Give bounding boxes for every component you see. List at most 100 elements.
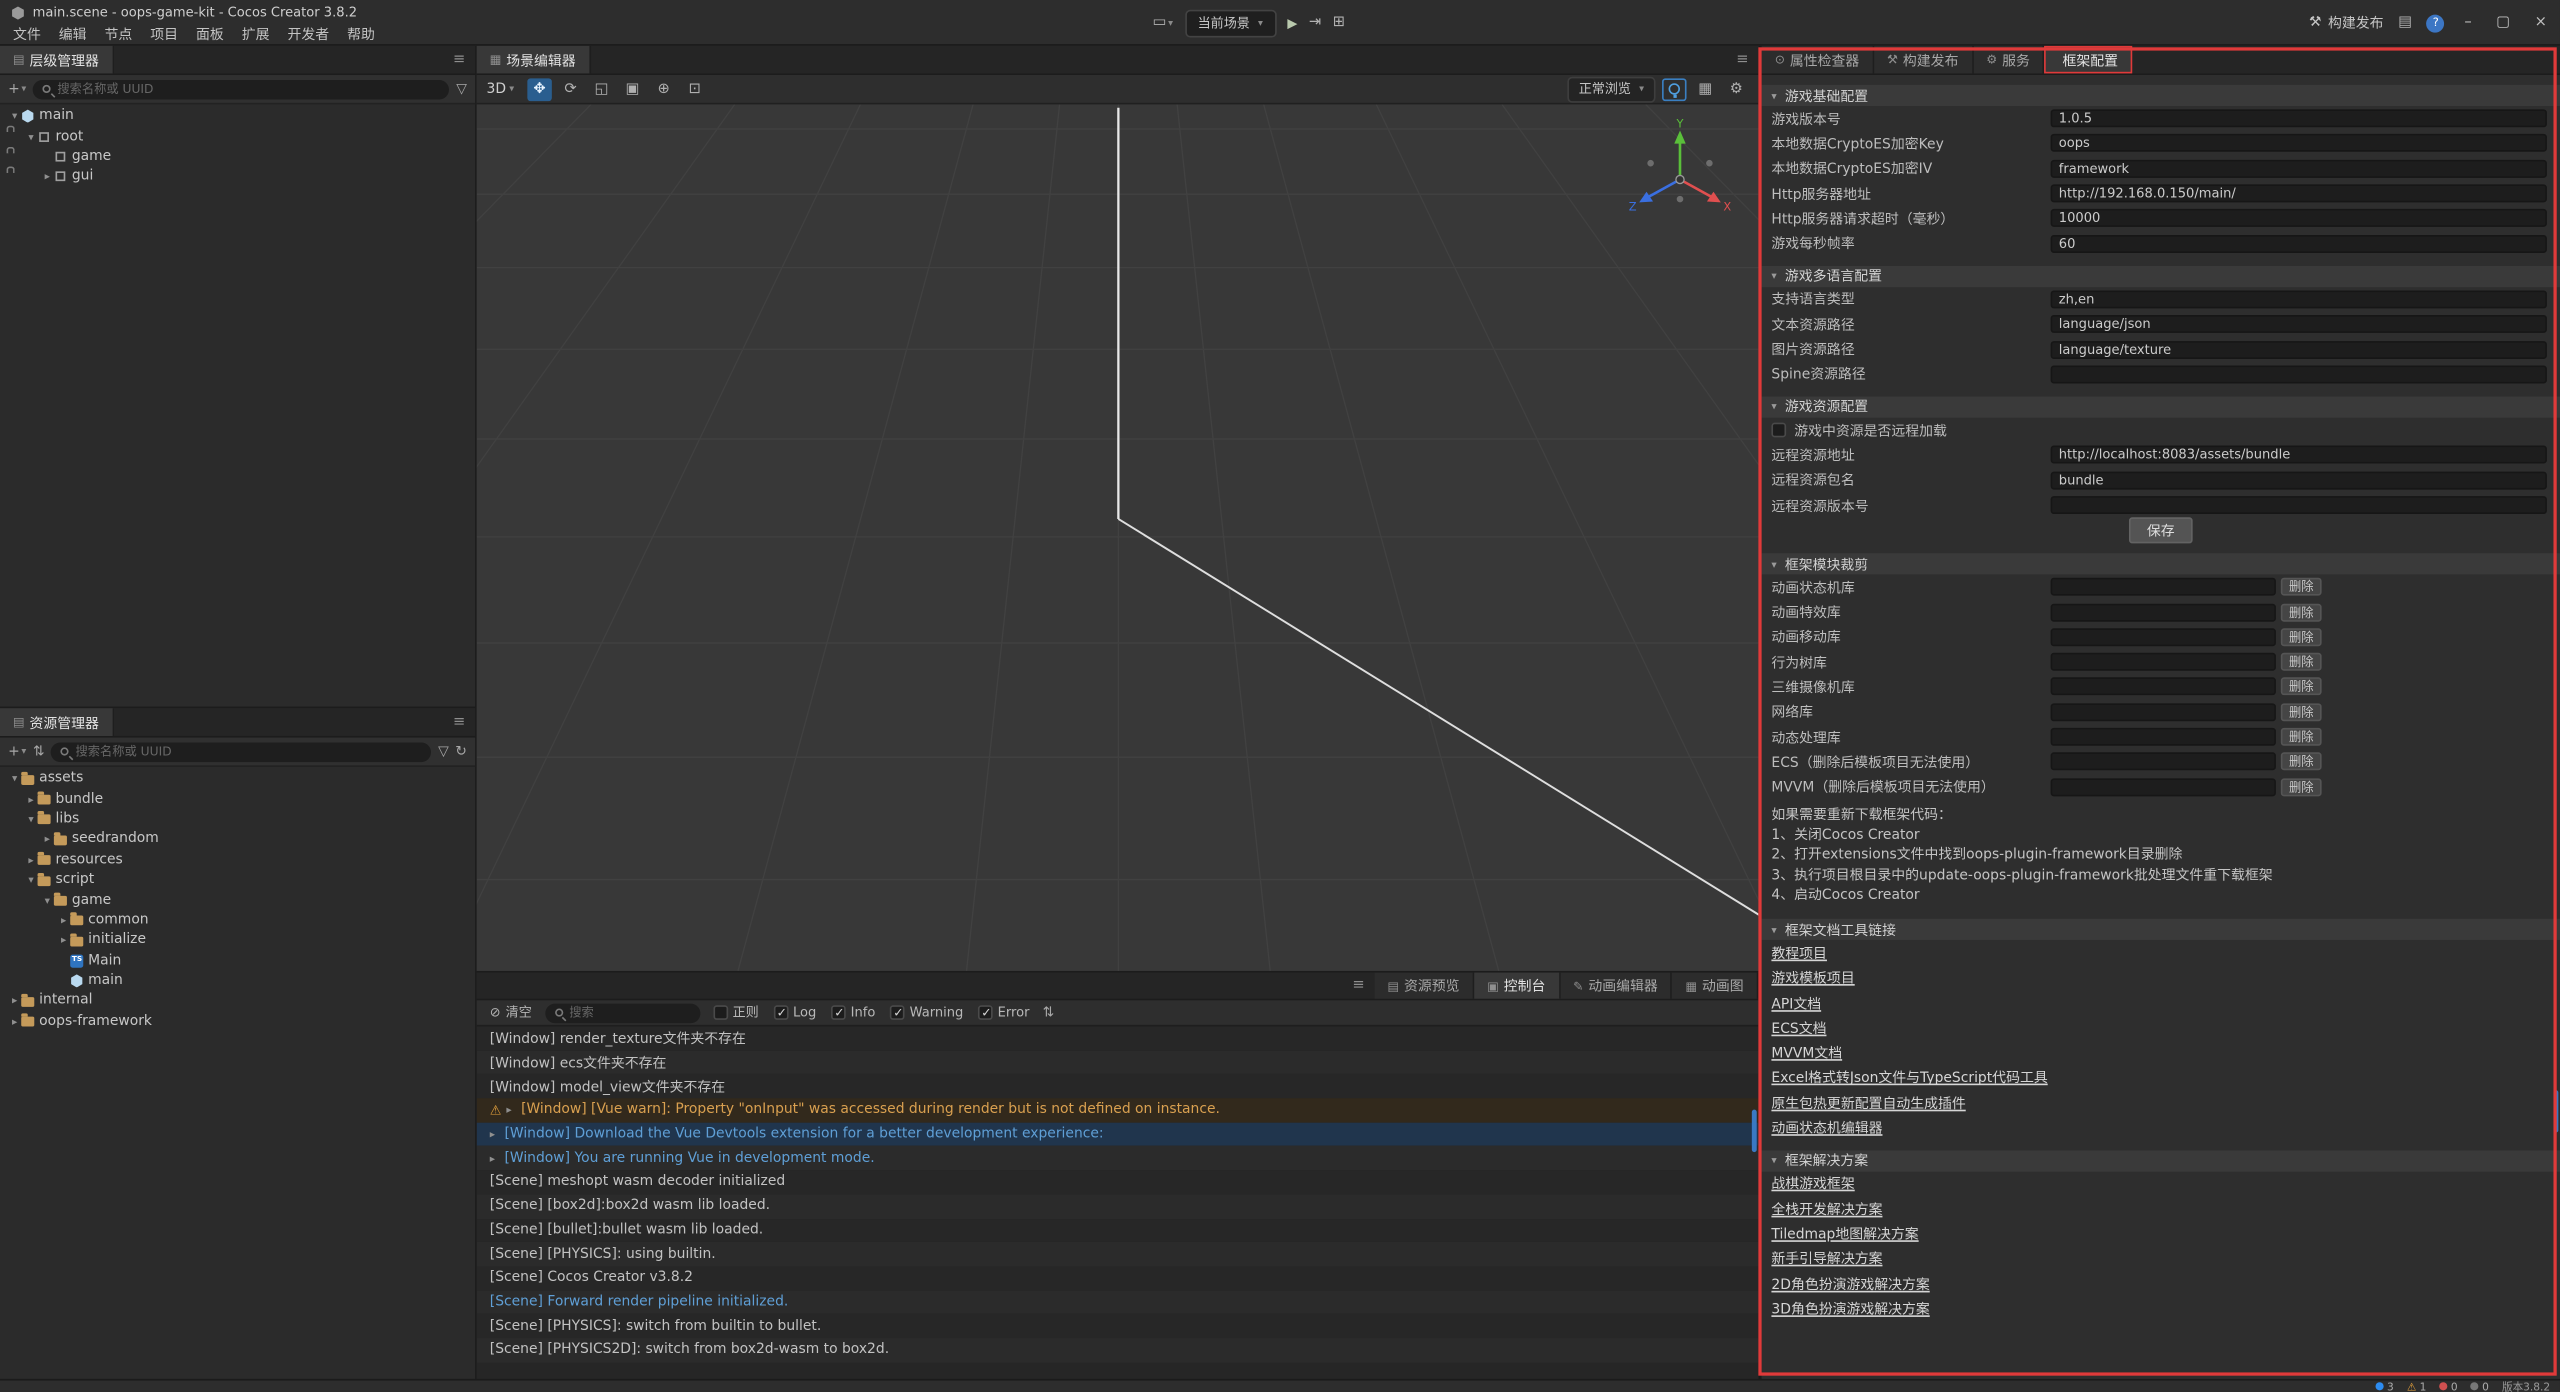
field-input[interactable] — [2051, 446, 2547, 464]
asset-node[interactable]: resources — [0, 850, 475, 870]
log-filter-checkbox[interactable]: Error — [978, 1005, 1029, 1020]
log-entry[interactable]: ⚠ ▸ [Window] ecs文件夹不存在 — [477, 1050, 1759, 1074]
panel-menu-icon[interactable]: ≡ — [1352, 978, 1364, 994]
console-tab[interactable]: ▤ 资源预览 — [1374, 973, 1474, 999]
delete-module-button[interactable]: 删除 — [2281, 753, 2322, 771]
tab-hierarchy[interactable]: ▤ 层级管理器 — [0, 46, 114, 74]
delete-module-button[interactable]: 删除 — [2281, 678, 2322, 696]
solution-link[interactable]: 战棋游戏框架 — [1771, 1174, 1854, 1194]
menu-item[interactable]: 编辑 — [51, 23, 95, 46]
log-entry[interactable]: ⚠ ▸ [Window] render_texture文件夹不存在 — [477, 1026, 1759, 1050]
asset-node[interactable]: initialize — [0, 930, 475, 950]
console-tab[interactable]: ▣ 控制台 — [1474, 973, 1560, 999]
refresh-icon[interactable]: ↻ — [455, 743, 467, 759]
delete-module-button[interactable]: 删除 — [2281, 778, 2322, 796]
grid-toggle-button[interactable]: ▦ — [1693, 78, 1717, 101]
hierarchy-node[interactable]: game — [0, 147, 475, 167]
panel-menu-icon[interactable]: ≡ — [453, 51, 465, 67]
solution-link[interactable]: 3D角色扮演游戏解决方案 — [1771, 1299, 1929, 1319]
lighting-toggle-button[interactable] — [1662, 78, 1686, 101]
asset-node[interactable]: bundle — [0, 789, 475, 809]
console-tab[interactable]: ✎ 动画编辑器 — [1560, 973, 1672, 999]
doc-link[interactable]: 动画状态机编辑器 — [1771, 1118, 1882, 1138]
asset-node[interactable]: seedrandom — [0, 829, 475, 849]
section-game-basic[interactable]: ▾ 游戏基础配置 — [1762, 85, 2560, 106]
field-input[interactable] — [2051, 110, 2547, 128]
doc-link[interactable]: 原生包热更新配置自动生成插件 — [1771, 1093, 1965, 1113]
log-filter-checkbox[interactable]: Warning — [890, 1005, 963, 1020]
help-button[interactable]: ? — [2427, 14, 2445, 32]
filter-icon[interactable]: ▽ — [438, 743, 449, 759]
section-docs[interactable]: ▾ 框架文档工具链接 — [1762, 919, 2560, 940]
asset-node[interactable]: Main — [0, 951, 475, 971]
log-entry[interactable]: ⚠ ▸ [Window] model_view文件夹不存在 — [477, 1074, 1759, 1098]
expand-arrow-icon[interactable] — [8, 995, 21, 1008]
asset-node[interactable]: main — [0, 971, 475, 991]
collapse-logs-icon[interactable]: ⇅ — [1042, 1004, 1054, 1020]
field-input[interactable] — [2051, 471, 2547, 489]
expand-arrow-icon[interactable] — [57, 934, 70, 947]
save-button[interactable]: 保存 — [2129, 518, 2193, 544]
field-input[interactable] — [2051, 234, 2547, 252]
expand-arrow-icon[interactable]: ▸ — [490, 1128, 505, 1141]
field-input[interactable] — [2051, 209, 2547, 227]
field-input[interactable] — [2051, 135, 2547, 153]
menu-item[interactable]: 开发者 — [279, 23, 337, 46]
build-publish-button[interactable]: ⚒ 构建发布 — [2309, 13, 2384, 33]
field-input[interactable] — [2051, 340, 2547, 358]
expand-arrow-icon[interactable] — [8, 1015, 21, 1028]
log-entry[interactable]: ⚠ ▸ [Window] You are running Vue in deve… — [477, 1146, 1759, 1170]
log-filter-checkbox[interactable]: 正则 — [713, 1004, 759, 1022]
asset-node[interactable]: common — [0, 910, 475, 930]
log-entry[interactable]: ⚠ ▸ [Scene] [box2d]:box2d wasm lib loade… — [477, 1194, 1759, 1218]
scale-tool-button[interactable]: ◱ — [589, 78, 613, 101]
create-node-button[interactable]: +▾ — [8, 81, 26, 97]
console-search-input[interactable] — [569, 1005, 690, 1020]
field-input[interactable] — [2051, 496, 2547, 514]
doc-link[interactable]: ECS文档 — [1771, 1018, 1826, 1038]
expand-arrow-icon[interactable] — [24, 813, 37, 826]
sort-icon[interactable]: ⇅ — [33, 743, 45, 759]
expand-arrow-icon[interactable] — [24, 130, 37, 143]
solution-link[interactable]: Tiledmap地图解决方案 — [1771, 1224, 1918, 1244]
field-input[interactable] — [2051, 315, 2547, 333]
menu-item[interactable]: 节点 — [96, 23, 140, 46]
move-tool-button[interactable]: ✥ — [527, 78, 551, 101]
expand-arrow-icon[interactable] — [8, 110, 21, 123]
menu-item[interactable]: 帮助 — [339, 23, 383, 46]
doc-link[interactable]: 教程项目 — [1771, 943, 1827, 963]
menu-item[interactable]: 扩展 — [234, 23, 278, 46]
asset-node[interactable]: game — [0, 890, 475, 910]
log-entry[interactable]: ⚠ ▸ [Scene] [PHYSICS]: using builtin. — [477, 1242, 1759, 1266]
asset-node[interactable]: internal — [0, 991, 475, 1011]
rotate-tool-button[interactable]: ⟳ — [558, 78, 582, 101]
log-entry[interactable]: ⚠ ▸ [Window] Download the Vue Devtools e… — [477, 1122, 1759, 1146]
rect-tool-button[interactable]: ▣ — [620, 78, 644, 101]
doc-link[interactable]: MVVM文档 — [1771, 1043, 1842, 1063]
error-count[interactable]: 0 — [2439, 1380, 2457, 1392]
expand-arrow-icon[interactable]: ▸ — [506, 1104, 521, 1117]
delete-module-button[interactable]: 删除 — [2281, 653, 2322, 671]
assets-search-input[interactable] — [76, 744, 422, 759]
log-entry[interactable]: ⚠ ▸ [Scene] [bullet]:bullet wasm lib loa… — [477, 1218, 1759, 1242]
field-input[interactable] — [2051, 184, 2547, 202]
warning-count[interactable]: ⚠ 1 — [2407, 1380, 2427, 1392]
preview-device-button[interactable]: ▭▾ — [1153, 15, 1173, 31]
section-i18n[interactable]: ▾ 游戏多语言配置 — [1762, 266, 2560, 287]
maximize-button[interactable]: ▢ — [2491, 15, 2515, 31]
expand-arrow-icon[interactable] — [41, 170, 54, 183]
view-mode-selector[interactable]: 正常浏览 ▾ — [1567, 76, 1655, 102]
expand-arrow-icon[interactable] — [57, 914, 70, 927]
hierarchy-node[interactable]: main — [0, 106, 475, 126]
log-entry[interactable]: ⚠ ▸ [Scene] [PHYSICS2D]: switch from box… — [477, 1338, 1759, 1362]
anchor-tool-button[interactable]: ⊕ — [651, 78, 675, 101]
expand-arrow-icon[interactable] — [24, 792, 37, 805]
menu-item[interactable]: 项目 — [142, 23, 186, 46]
doc-link[interactable]: API文档 — [1771, 993, 1821, 1013]
inspector-tab[interactable]: ⚙ 服务 — [1973, 46, 2044, 74]
console-scrollbar[interactable] — [1752, 1110, 1757, 1152]
console-tab[interactable]: ▦ 动画图 — [1672, 973, 1758, 999]
hierarchy-node[interactable]: gui — [0, 167, 475, 187]
asset-node[interactable]: assets — [0, 769, 475, 789]
info-count[interactable]: 3 — [2376, 1380, 2394, 1392]
